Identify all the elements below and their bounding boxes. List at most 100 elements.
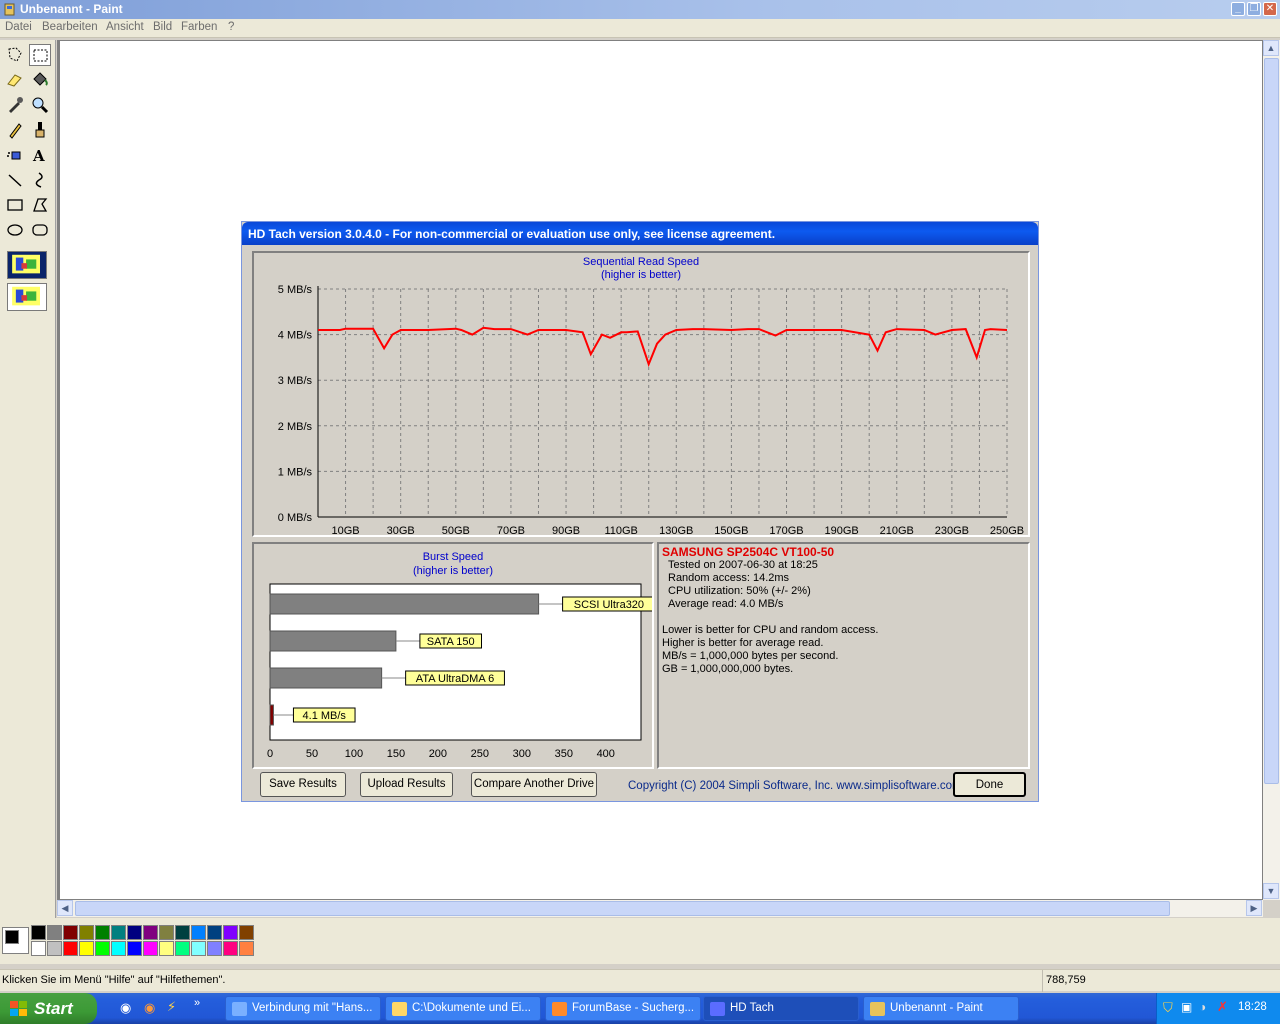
- vertical-scrollbar[interactable]: ▲ ▼: [1263, 40, 1280, 900]
- selection-option-opaque-icon[interactable]: [7, 251, 47, 279]
- color-swatch[interactable]: [31, 925, 46, 940]
- antivirus-icon[interactable]: ✗: [1217, 999, 1228, 1015]
- menu-farben[interactable]: Farben: [181, 21, 217, 33]
- color-swatch[interactable]: [191, 925, 206, 940]
- vertical-scroll-thumb[interactable]: [1264, 58, 1279, 784]
- window-title: Unbenannt - Paint: [20, 2, 123, 16]
- color-swatch[interactable]: [95, 941, 110, 956]
- taskbar-app-icon: [552, 1002, 567, 1016]
- magnifier-icon[interactable]: [29, 94, 51, 116]
- color-swatch[interactable]: [159, 925, 174, 940]
- taskbar-button-label: Verbindung mit "Hans...: [252, 1002, 373, 1014]
- color-swatch[interactable]: [111, 925, 126, 940]
- color-swatch[interactable]: [95, 925, 110, 940]
- burst-bar-label: SATA 150: [427, 636, 475, 648]
- quicklaunch-ie-icon[interactable]: ◉: [120, 1000, 131, 1016]
- menu-ansicht[interactable]: Ansicht: [106, 21, 144, 33]
- maximize-button[interactable]: ❐: [1247, 2, 1261, 16]
- clock: 18:28: [1238, 1001, 1267, 1013]
- tested-on: Tested on 2007-06-30 at 18:25: [668, 559, 818, 571]
- paint-app-icon: [4, 3, 15, 16]
- menu-bild[interactable]: Bild: [153, 21, 172, 33]
- minimize-button[interactable]: _: [1231, 2, 1245, 16]
- color-picker-icon[interactable]: [4, 94, 26, 116]
- network-icon[interactable]: ▣: [1181, 1000, 1192, 1014]
- seq-x-tick-label: 230GB: [935, 525, 969, 535]
- color-swatch[interactable]: [79, 925, 94, 940]
- status-bar: Klicken Sie im Menü "Hilfe" auf "Hilfeth…: [0, 969, 1280, 992]
- color-swatch[interactable]: [175, 925, 190, 940]
- scroll-right-icon[interactable]: ▶: [1246, 900, 1262, 916]
- color-swatch[interactable]: [111, 941, 126, 956]
- menu-help[interactable]: ?: [228, 21, 234, 33]
- rect-select-icon[interactable]: [29, 44, 51, 66]
- rectangle-tool-icon[interactable]: [4, 194, 26, 216]
- color-swatch[interactable]: [143, 941, 158, 956]
- color-swatch[interactable]: [223, 941, 238, 956]
- menu-datei[interactable]: Datei: [5, 21, 32, 33]
- color-swatch[interactable]: [143, 925, 158, 940]
- brush-icon[interactable]: [29, 119, 51, 141]
- tray-app-icon[interactable]: ◑: [1199, 1000, 1206, 1014]
- scroll-up-icon[interactable]: ▲: [1263, 40, 1279, 56]
- horizontal-scroll-thumb[interactable]: [75, 901, 1170, 916]
- color-swatch[interactable]: [79, 941, 94, 956]
- save-results-button[interactable]: Save Results: [260, 772, 346, 797]
- security-shield-icon[interactable]: ⛉: [1163, 1000, 1173, 1016]
- burst-x-tick-label: 50: [306, 748, 318, 760]
- start-button[interactable]: Start: [0, 993, 97, 1024]
- scroll-down-icon[interactable]: ▼: [1263, 883, 1279, 899]
- upload-results-button[interactable]: Upload Results: [360, 772, 453, 797]
- quicklaunch-firefox-icon[interactable]: ◉: [144, 1000, 155, 1016]
- selection-option-transparent-icon[interactable]: [7, 283, 47, 311]
- curve-tool-icon[interactable]: [29, 169, 51, 191]
- taskbar-button[interactable]: C:\Dokumente und Ei...: [385, 996, 541, 1021]
- seq-x-tick-label: 130GB: [659, 525, 693, 535]
- polygon-tool-icon[interactable]: [29, 194, 51, 216]
- taskbar-button[interactable]: ForumBase - Sucherg...: [545, 996, 701, 1021]
- color-swatch[interactable]: [127, 941, 142, 956]
- text-tool-icon[interactable]: A: [29, 144, 51, 166]
- taskbar-button[interactable]: Unbenannt - Paint: [863, 996, 1019, 1021]
- done-button[interactable]: Done: [953, 772, 1026, 797]
- quicklaunch-more-icon[interactable]: »: [194, 997, 200, 1009]
- color-swatch[interactable]: [207, 925, 222, 940]
- taskbar-button-label: HD Tach: [730, 1002, 774, 1014]
- compare-drive-button[interactable]: Compare Another Drive: [471, 772, 597, 797]
- seq-y-tick-label: 2 MB/s: [278, 421, 313, 433]
- color-swatch[interactable]: [191, 941, 206, 956]
- color-swatch[interactable]: [207, 941, 222, 956]
- color-swatch[interactable]: [239, 941, 254, 956]
- free-select-icon[interactable]: [4, 44, 26, 66]
- quicklaunch-winamp-icon[interactable]: ⚡: [167, 999, 176, 1015]
- burst-bar: [269, 593, 540, 615]
- color-swatch[interactable]: [239, 925, 254, 940]
- color-swatch[interactable]: [127, 925, 142, 940]
- color-swatch[interactable]: [63, 925, 78, 940]
- color-swatch[interactable]: [175, 941, 190, 956]
- color-swatch[interactable]: [47, 941, 62, 956]
- airbrush-icon[interactable]: [4, 144, 26, 166]
- burst-x-tick-label: 350: [555, 748, 573, 760]
- color-swatch[interactable]: [63, 941, 78, 956]
- burst-x-tick-label: 200: [429, 748, 447, 760]
- ellipse-tool-icon[interactable]: [4, 219, 26, 241]
- scroll-left-icon[interactable]: ◀: [57, 900, 73, 916]
- taskbar-button[interactable]: Verbindung mit "Hans...: [225, 996, 381, 1021]
- color-swatch[interactable]: [159, 941, 174, 956]
- seq-x-tick-label: 110GB: [604, 525, 637, 535]
- pencil-icon[interactable]: [4, 119, 26, 141]
- note-gb: GB = 1,000,000,000 bytes.: [662, 663, 794, 675]
- color-swatch[interactable]: [223, 925, 238, 940]
- close-button[interactable]: ✕: [1263, 2, 1277, 16]
- menu-bearbeiten[interactable]: Bearbeiten: [42, 21, 98, 33]
- rounded-rect-tool-icon[interactable]: [29, 219, 51, 241]
- color-swatch[interactable]: [31, 941, 46, 956]
- fill-bucket-icon[interactable]: [29, 69, 51, 91]
- horizontal-scrollbar[interactable]: ◀ ▶: [57, 900, 1263, 917]
- eraser-icon[interactable]: [4, 69, 26, 91]
- taskbar-button[interactable]: HD Tach: [703, 996, 859, 1021]
- foreground-color[interactable]: [5, 930, 19, 944]
- color-swatch[interactable]: [47, 925, 62, 940]
- line-tool-icon[interactable]: [4, 169, 26, 191]
